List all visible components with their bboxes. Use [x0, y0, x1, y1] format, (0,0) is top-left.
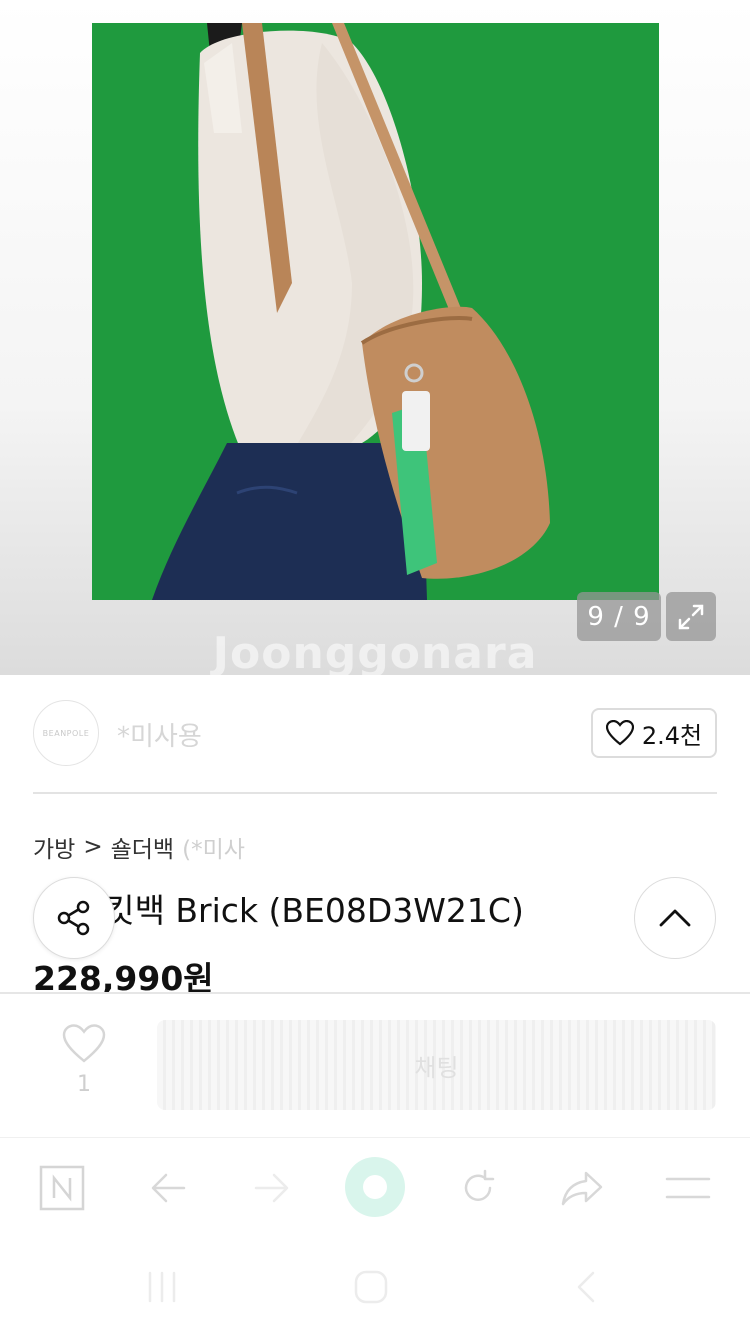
- seller-row: BEANPOLE *미사용 2.4천: [33, 700, 717, 794]
- breadcrumb: 가방 > 숄더백 (*미사: [33, 830, 245, 864]
- menu-icon: [665, 1177, 711, 1199]
- recent-apps-icon: [148, 1271, 176, 1303]
- page-share-button[interactable]: [554, 1162, 610, 1214]
- browser-toolbar: [0, 1137, 750, 1237]
- share-icon: [57, 900, 90, 936]
- wishlist-button[interactable]: 1: [58, 1024, 110, 1097]
- like-count: 2.4천: [641, 721, 703, 750]
- green-dot-icon: [345, 1157, 405, 1217]
- wishlist-count: 1: [77, 1072, 91, 1097]
- chat-button[interactable]: 채팅: [157, 1020, 716, 1110]
- system-back-button[interactable]: [556, 1265, 616, 1309]
- scroll-top-button[interactable]: [634, 877, 716, 959]
- expand-icon: [678, 604, 704, 629]
- forward-share-icon: [561, 1171, 603, 1206]
- back-button[interactable]: [140, 1162, 196, 1214]
- seller-name[interactable]: *미사용: [117, 716, 202, 753]
- forward-button[interactable]: [244, 1162, 300, 1214]
- heart-icon: [62, 1024, 106, 1063]
- browser-menu-button[interactable]: [660, 1162, 716, 1214]
- breadcrumb-separator: >: [83, 834, 103, 860]
- purchase-action-bar: 1 채팅: [0, 992, 750, 1137]
- heart-icon: [605, 720, 634, 746]
- breadcrumb-ghost: (*미사: [182, 837, 245, 863]
- share-button[interactable]: [33, 877, 115, 959]
- naver-home-button[interactable]: [34, 1162, 90, 1214]
- breadcrumb-item-subcategory[interactable]: 숄더백: [111, 830, 174, 864]
- product-photo-illustration: [92, 23, 659, 600]
- system-navigation-bar: [0, 1237, 750, 1332]
- reload-button[interactable]: [450, 1162, 506, 1214]
- breadcrumb-item-category[interactable]: 가방: [33, 830, 75, 864]
- reload-icon: [464, 1169, 495, 1201]
- green-dot-button[interactable]: [344, 1156, 406, 1218]
- home-button[interactable]: [341, 1265, 401, 1309]
- arrow-right-icon: [254, 1173, 289, 1203]
- product-photo[interactable]: [92, 23, 659, 600]
- chevron-left-icon: [577, 1271, 595, 1303]
- watermark: Joonggonara: [212, 628, 538, 675]
- arrow-left-icon: [151, 1173, 186, 1203]
- home-icon: [354, 1270, 388, 1304]
- naver-icon: [39, 1165, 85, 1211]
- recent-apps-button[interactable]: [132, 1265, 192, 1309]
- product-image-gallery[interactable]: 9 / 9 Joonggonara: [0, 0, 750, 675]
- chevron-up-icon: [659, 909, 691, 927]
- like-count-button[interactable]: 2.4천: [591, 708, 717, 758]
- seller-avatar[interactable]: BEANPOLE: [33, 700, 99, 766]
